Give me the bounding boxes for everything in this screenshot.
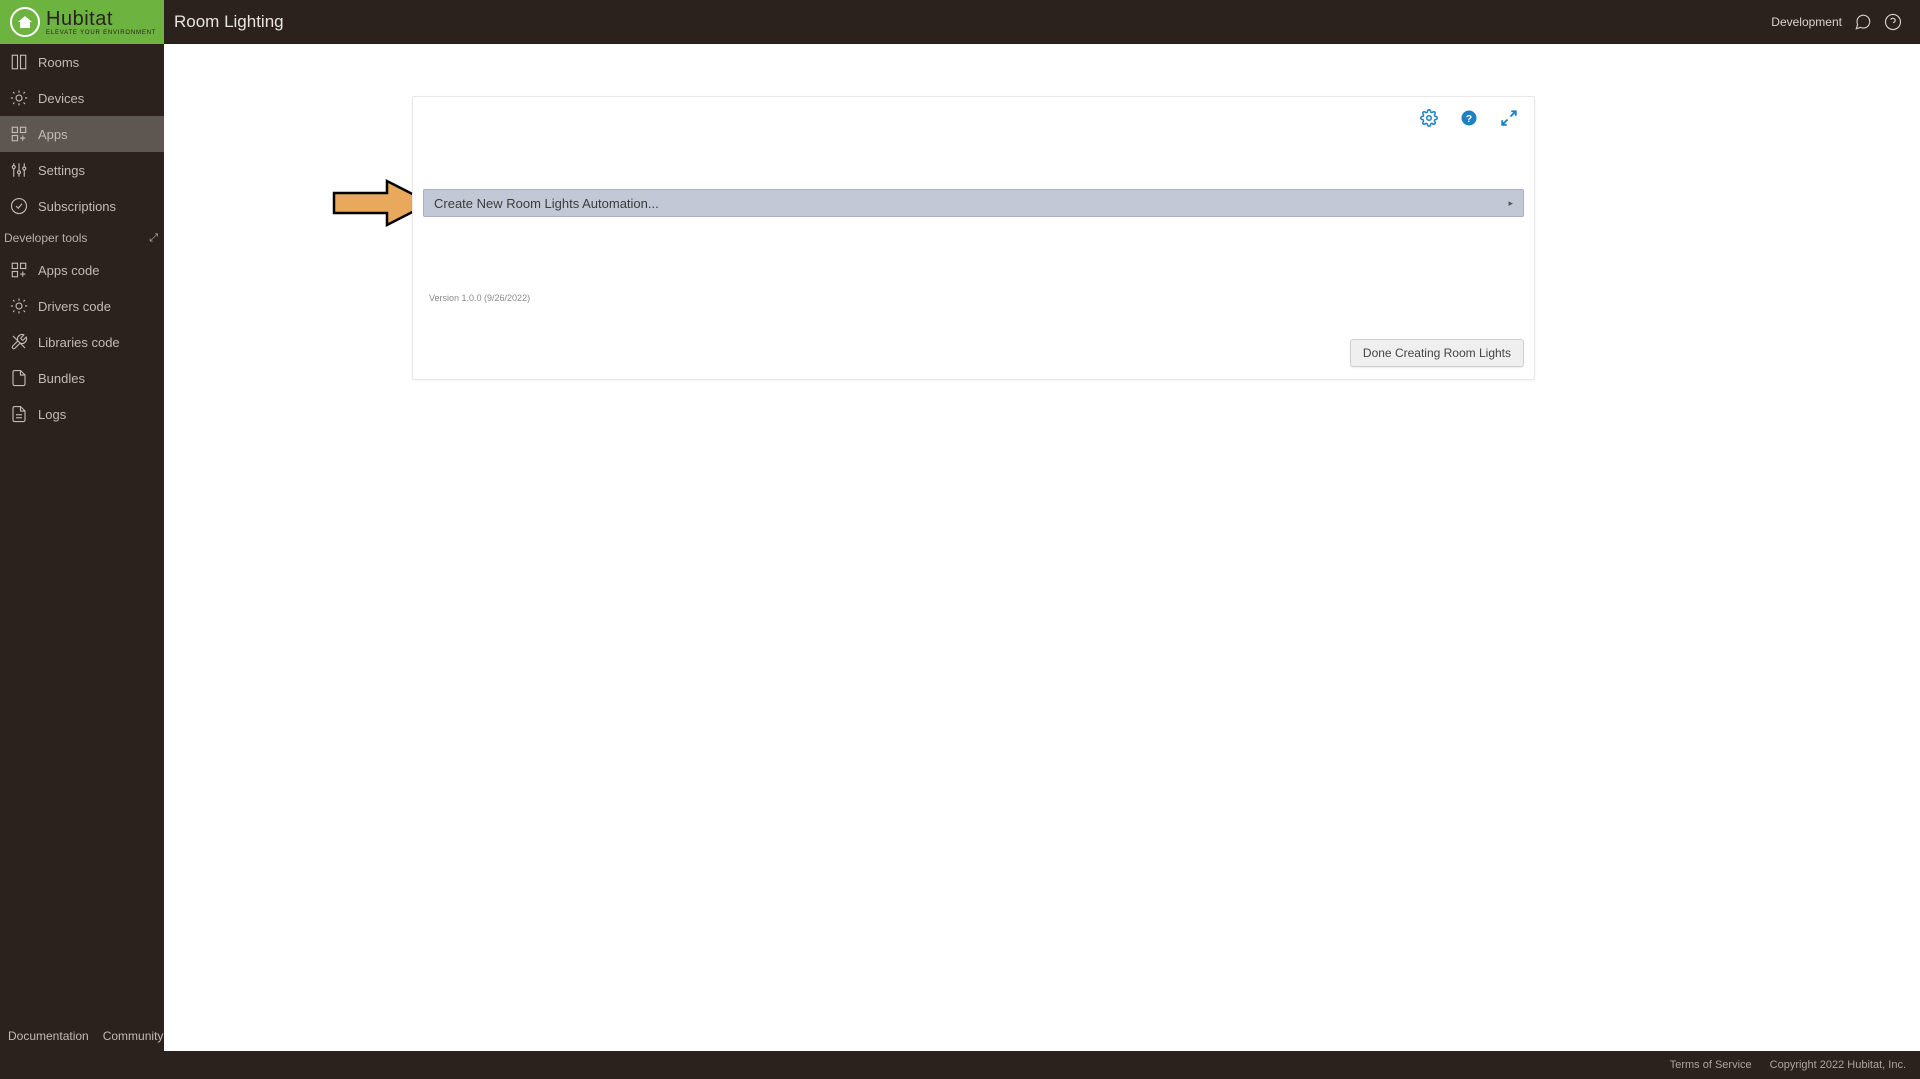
sidebar-item-label: Bundles bbox=[38, 371, 85, 386]
logo-icon bbox=[10, 7, 40, 37]
create-automation-label: Create New Room Lights Automation... bbox=[434, 196, 659, 211]
help-circle-icon[interactable]: ? bbox=[1460, 109, 1478, 127]
sidebar-item-apps-code[interactable]: Apps code bbox=[0, 252, 164, 288]
logo[interactable]: Hubitat ELEVATE YOUR ENVIRONMENT bbox=[0, 0, 164, 44]
rooms-icon bbox=[10, 53, 28, 71]
sidebar-item-label: Apps code bbox=[38, 263, 99, 278]
footer-terms[interactable]: Terms of Service bbox=[1670, 1059, 1752, 1071]
environment-label: Development bbox=[1771, 15, 1842, 29]
sidebar: Rooms Devices Apps Settings bbox=[0, 44, 164, 1051]
done-button[interactable]: Done Creating Room Lights bbox=[1350, 339, 1524, 367]
collapse-icon: ⤢ bbox=[149, 232, 158, 245]
sidebar-item-drivers-code[interactable]: Drivers code bbox=[0, 288, 164, 324]
help-icon[interactable] bbox=[1884, 13, 1902, 31]
sidebar-item-label: Drivers code bbox=[38, 299, 111, 314]
apps-icon bbox=[10, 125, 28, 143]
sidebar-item-label: Apps bbox=[38, 127, 68, 142]
sidebar-item-bundles[interactable]: Bundles bbox=[0, 360, 164, 396]
drivers-code-icon bbox=[10, 297, 28, 315]
sidebar-item-label: Settings bbox=[38, 163, 85, 178]
sidebar-item-devices[interactable]: Devices bbox=[0, 80, 164, 116]
chat-icon[interactable] bbox=[1854, 13, 1872, 31]
sidebar-item-subscriptions[interactable]: Subscriptions bbox=[0, 188, 164, 224]
app-card: ? Create New Room Lights Automation... ▸… bbox=[412, 96, 1535, 380]
sidebar-item-apps[interactable]: Apps bbox=[0, 116, 164, 152]
header: Hubitat ELEVATE YOUR ENVIRONMENT Room Li… bbox=[0, 0, 1920, 44]
sidebar-item-label: Logs bbox=[38, 407, 66, 422]
logs-icon bbox=[10, 405, 28, 423]
dev-tools-header[interactable]: Developer tools ⤢ bbox=[0, 224, 164, 252]
sidebar-item-settings[interactable]: Settings bbox=[0, 152, 164, 188]
sidebar-bottom-links: Documentation Community Videos FAQ bbox=[0, 1021, 164, 1051]
main-content: ? Create New Room Lights Automation... ▸… bbox=[164, 44, 1920, 1051]
sidebar-item-logs[interactable]: Logs bbox=[0, 396, 164, 432]
footer-copyright: Copyright 2022 Hubitat, Inc. bbox=[1770, 1059, 1906, 1071]
libraries-code-icon bbox=[10, 333, 28, 351]
svg-text:?: ? bbox=[1466, 113, 1472, 125]
devices-icon bbox=[10, 89, 28, 107]
chevron-right-icon: ▸ bbox=[1508, 198, 1513, 209]
logo-name: Hubitat bbox=[46, 9, 156, 29]
link-community[interactable]: Community bbox=[103, 1029, 164, 1043]
version-text: Version 1.0.0 (9/26/2022) bbox=[429, 293, 1534, 303]
page-title: Room Lighting bbox=[174, 12, 284, 32]
sidebar-item-rooms[interactable]: Rooms bbox=[0, 44, 164, 80]
logo-sub: ELEVATE YOUR ENVIRONMENT bbox=[46, 30, 156, 36]
sidebar-item-label: Rooms bbox=[38, 55, 79, 70]
footer: Terms of Service Copyright 2022 Hubitat,… bbox=[0, 1051, 1920, 1079]
settings-icon bbox=[10, 161, 28, 179]
sidebar-item-label: Devices bbox=[38, 91, 84, 106]
settings-gear-icon[interactable] bbox=[1420, 109, 1438, 127]
dev-tools-label: Developer tools bbox=[4, 231, 87, 245]
sidebar-item-label: Libraries code bbox=[38, 335, 120, 350]
link-documentation[interactable]: Documentation bbox=[8, 1029, 89, 1043]
sidebar-item-label: Subscriptions bbox=[38, 199, 116, 214]
apps-code-icon bbox=[10, 261, 28, 279]
create-automation-button[interactable]: Create New Room Lights Automation... ▸ bbox=[423, 189, 1524, 217]
bundles-icon bbox=[10, 369, 28, 387]
expand-icon[interactable] bbox=[1500, 109, 1518, 127]
subscriptions-icon bbox=[10, 197, 28, 215]
sidebar-item-libraries-code[interactable]: Libraries code bbox=[0, 324, 164, 360]
